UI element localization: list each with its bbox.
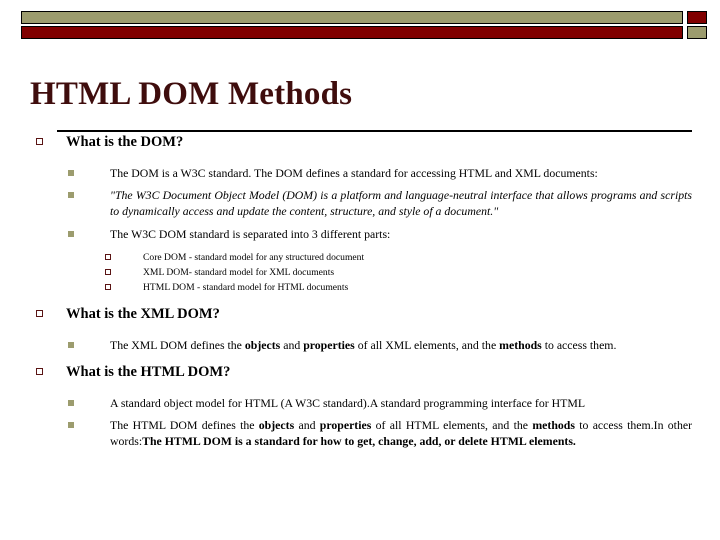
- list-item: The W3C DOM standard is separated into 3…: [0, 226, 720, 242]
- list-item: XML DOM- standard model for XML document…: [0, 265, 720, 280]
- list-item-text: "The W3C Document Object Model (DOM) is …: [110, 188, 692, 219]
- list-item-text: HTML DOM - standard model for HTML docum…: [143, 281, 349, 293]
- square-filled-bullet-icon: [68, 400, 74, 407]
- section-heading-html-dom: What is the HTML DOM?: [0, 363, 720, 382]
- header-bar-top-long: [21, 11, 683, 24]
- section-heading-label: What is the DOM?: [66, 134, 184, 150]
- square-outline-bullet-icon: [36, 138, 43, 145]
- list-item: The HTML DOM defines the objects and pro…: [0, 417, 720, 449]
- title-divider: [57, 130, 692, 132]
- square-outline-bullet-icon: [105, 253, 111, 260]
- slide-body: What is the DOM? The DOM is a W3C standa…: [0, 133, 720, 450]
- header-bar-bottom-cap: [687, 26, 707, 39]
- header-bar-top-row: [21, 11, 707, 24]
- list-item-text: The DOM is a W3C standard. The DOM defin…: [110, 166, 598, 180]
- square-outline-bullet-icon: [105, 283, 111, 290]
- list-item: "The W3C Document Object Model (DOM) is …: [0, 187, 720, 219]
- list-item-text: The HTML DOM defines the objects and pro…: [110, 418, 693, 449]
- section-heading-label: What is the XML DOM?: [66, 305, 220, 322]
- list-item: The DOM is a W3C standard. The DOM defin…: [0, 165, 720, 181]
- list-item: A standard object model for HTML (A W3C …: [0, 395, 720, 411]
- section-heading-xml-dom: What is the XML DOM?: [0, 305, 720, 324]
- square-outline-bullet-icon: [105, 268, 111, 275]
- list-item: Core DOM - standard model for any struct…: [0, 250, 720, 265]
- section-heading-label: What is the HTML DOM?: [66, 364, 231, 381]
- list-item: The XML DOM defines the objects and prop…: [0, 337, 720, 353]
- list-item-text: The W3C DOM standard is separated into 3…: [110, 226, 391, 241]
- square-filled-bullet-icon: [68, 422, 74, 429]
- square-outline-bullet-icon: [36, 309, 43, 317]
- list-item-text: Core DOM - standard model for any struct…: [143, 251, 365, 263]
- square-filled-bullet-icon: [68, 230, 74, 237]
- list-item: HTML DOM - standard model for HTML docum…: [0, 280, 720, 295]
- slide: HTML DOM Methods What is the DOM? The DO…: [0, 0, 720, 540]
- list-item-text: XML DOM- standard model for XML document…: [143, 266, 335, 278]
- list-item-text: A standard object model for HTML (A W3C …: [110, 396, 586, 411]
- slide-title: HTML DOM Methods: [30, 76, 353, 112]
- section-heading-dom: What is the DOM?: [0, 133, 720, 152]
- header-bar-top-cap: [687, 11, 707, 24]
- square-outline-bullet-icon: [36, 368, 43, 376]
- header-decoration: [21, 11, 707, 39]
- square-filled-bullet-icon: [68, 192, 74, 199]
- header-bar-bottom-long: [21, 26, 683, 39]
- square-filled-bullet-icon: [68, 341, 74, 348]
- header-bar-bottom-row: [21, 26, 707, 39]
- square-filled-bullet-icon: [68, 170, 74, 176]
- list-item-text: The XML DOM defines the objects and prop…: [110, 337, 617, 352]
